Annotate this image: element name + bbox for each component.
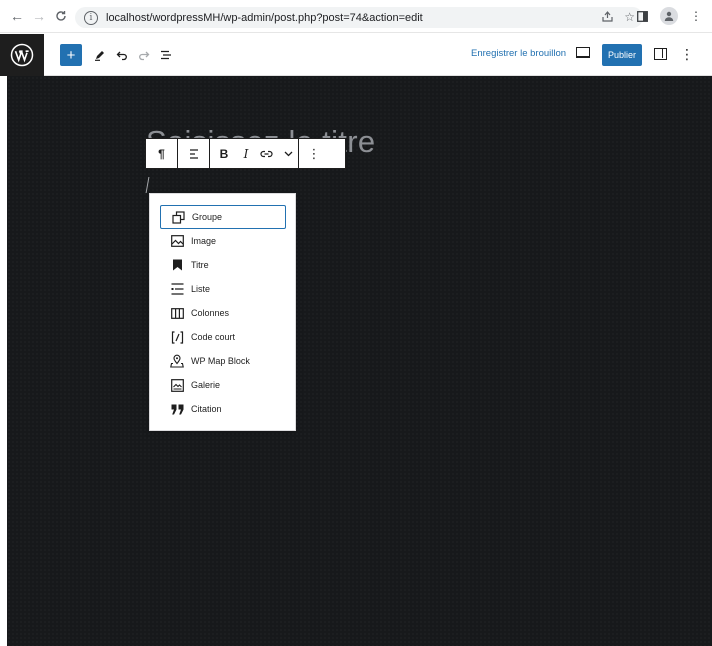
inserter-item-colonnes[interactable]: Colonnes [160,301,286,325]
quote-icon [170,402,184,416]
inserter-item-label: Image [191,236,217,246]
inserter-item-galerie[interactable]: Galerie [160,373,286,397]
inserter-item-label: Citation [191,404,222,414]
gallery-icon [170,378,184,392]
add-block-button[interactable]: + [60,44,82,66]
inserter-item-liste[interactable]: Liste [160,277,286,301]
publish-button[interactable]: Publier [602,44,642,66]
arrow-left-icon[interactable]: ← [6,5,28,27]
group-icon [171,210,185,224]
inserter-item-label: Code court [191,332,236,342]
inserter-item-label: Galerie [191,380,221,390]
inserter-item-label: Titre [191,260,209,270]
block-inserter-popover: Groupe Image Titre Liste Colonnes Code c… [149,193,296,431]
pencil-tools-icon[interactable] [90,45,110,65]
inserter-item-label: Liste [191,284,211,294]
arrow-right-icon[interactable]: → [28,5,50,27]
editor-canvas[interactable] [7,76,712,646]
inserter-item-label: Colonnes [191,308,230,318]
block-options-button[interactable]: ⋮ [299,139,329,168]
document-overview-icon[interactable] [156,45,176,65]
save-draft-button[interactable]: Enregistrer le brouillon [471,48,566,59]
preview-icon[interactable] [576,47,590,58]
browser-menu-icon[interactable]: ⋮ [686,6,706,26]
browser-toolbar: ← → i localhost/wordpressMH/wp-admin/pos… [0,0,712,33]
bold-button[interactable]: B [210,139,238,168]
url-text: localhost/wordpressMH/wp-admin/post.php?… [106,11,423,24]
shortcode-icon [170,330,184,344]
reload-icon[interactable] [50,5,72,27]
options-menu-icon[interactable]: ⋮ [680,46,694,63]
profile-avatar-icon[interactable] [660,7,678,25]
inserter-item-wp-map-block[interactable]: WP Map Block [160,349,286,373]
columns-icon [170,306,184,320]
inserter-item-citation[interactable]: Citation [160,397,286,421]
inserter-item-label: Groupe [192,212,223,222]
inserter-item-label: WP Map Block [191,356,250,366]
align-icon[interactable] [178,139,209,168]
editor-header: + Enregistrer le brouillon Publier ⋮ [0,34,712,76]
wordpress-logo-icon[interactable] [0,34,44,76]
address-bar[interactable]: i localhost/wordpressMH/wp-admin/post.ph… [75,7,643,28]
info-icon[interactable]: i [84,10,98,25]
block-toolbar: ¶ B I ⋮ [145,138,346,169]
heading-icon [170,258,184,272]
paragraph-block-icon[interactable]: ¶ [146,139,177,168]
link-icon[interactable] [254,139,278,168]
inserter-item-image[interactable]: Image [160,229,286,253]
image-icon [170,234,184,248]
redo-icon[interactable] [134,45,154,65]
chevron-down-icon[interactable] [278,139,298,168]
settings-sidebar-icon[interactable] [654,48,667,60]
side-panel-icon[interactable] [632,6,652,26]
inserter-item-titre[interactable]: Titre [160,253,286,277]
list-icon [170,282,184,296]
map-icon [170,354,184,368]
italic-button[interactable]: I [238,139,254,168]
inserter-item-code-court[interactable]: Code court [160,325,286,349]
share-icon[interactable] [601,10,614,26]
undo-icon[interactable] [112,45,132,65]
inserter-item-groupe[interactable]: Groupe [160,205,286,229]
